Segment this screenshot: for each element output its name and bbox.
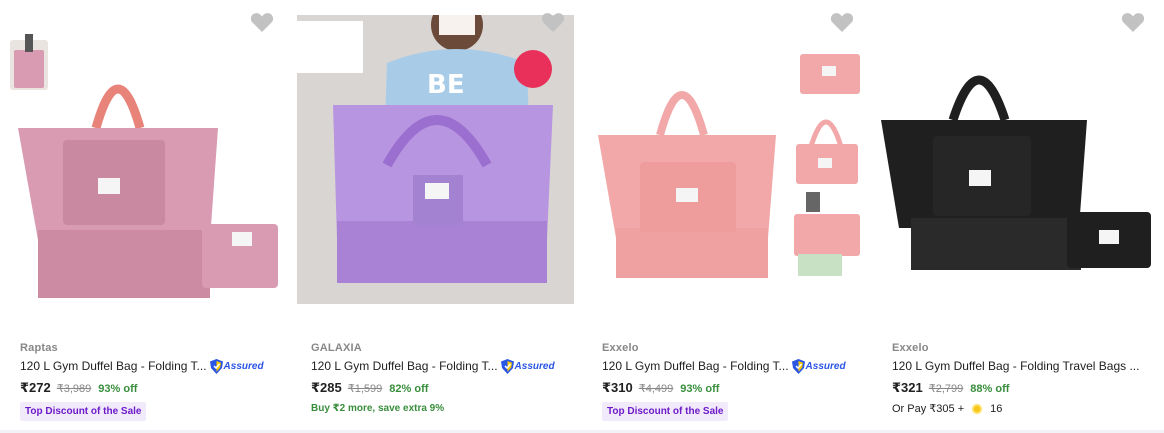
product-card[interactable]: Exxelo 120 L Gym Duffel Bag - Folding Tr… [873, 0, 1164, 433]
product-title-text: 120 L Gym Duffel Bag - Folding Travel Ba… [892, 359, 1140, 373]
selling-price: ₹272 [20, 380, 51, 395]
discount-percent: 93% off [680, 383, 720, 395]
original-price: ₹3,989 [56, 383, 92, 395]
selling-price: ₹310 [602, 380, 633, 395]
product-image[interactable]: BE [297, 15, 574, 304]
price-row: ₹310 ₹4,499 93% off [602, 380, 719, 396]
product-title[interactable]: 120 L Gym Duffel Bag - Folding T... Assu… [311, 358, 555, 374]
product-title-text: 120 L Gym Duffel Bag - Folding T... [311, 359, 498, 373]
product-image[interactable] [8, 10, 280, 315]
wishlist-heart-icon[interactable] [830, 11, 854, 33]
product-title[interactable]: 120 L Gym Duffel Bag - Folding Travel Ba… [892, 359, 1139, 373]
product-image[interactable] [881, 10, 1153, 315]
shield-icon [791, 358, 805, 374]
pink-duffel-bag-image [8, 10, 280, 315]
selling-price: ₹321 [892, 380, 923, 395]
assured-badge: Assured [500, 358, 555, 374]
product-image[interactable] [590, 10, 862, 315]
price-row: ₹272 ₹3,989 93% off [20, 380, 137, 396]
product-brand: Exxelo [892, 342, 929, 354]
assured-badge: Assured [791, 358, 846, 374]
purple-duffel-bag-photo: BE [297, 15, 574, 304]
product-brand: Raptas [20, 342, 58, 354]
original-price: ₹1,599 [347, 383, 383, 395]
price-row: ₹321 ₹2,799 88% off [892, 380, 1009, 396]
supercoin-offer: Or Pay ₹305 + 16 [892, 402, 1003, 416]
peach-duffel-bag-image [590, 10, 862, 315]
selling-price: ₹285 [311, 380, 342, 395]
wishlist-heart-icon[interactable] [250, 11, 274, 33]
product-title[interactable]: 120 L Gym Duffel Bag - Folding T... Assu… [602, 358, 846, 374]
product-title-text: 120 L Gym Duffel Bag - Folding T... [602, 359, 789, 373]
product-brand: GALAXIA [311, 342, 362, 354]
discount-percent: 82% off [389, 383, 429, 395]
product-card[interactable]: Raptas 120 L Gym Duffel Bag - Folding T.… [0, 0, 291, 433]
product-grid: Raptas 120 L Gym Duffel Bag - Folding T.… [0, 0, 1164, 433]
product-title[interactable]: 120 L Gym Duffel Bag - Folding T... Assu… [20, 358, 264, 374]
wishlist-heart-icon[interactable] [1121, 11, 1145, 33]
product-card[interactable]: Exxelo 120 L Gym Duffel Bag - Folding T.… [582, 0, 873, 433]
discount-percent: 88% off [970, 383, 1010, 395]
discount-percent: 93% off [98, 383, 138, 395]
assured-label: Assured [514, 360, 555, 372]
black-duffel-bag-image [881, 10, 1153, 315]
assured-badge: Assured [209, 358, 264, 374]
sale-badge: Top Discount of the Sale [20, 402, 147, 421]
shield-icon [209, 358, 223, 374]
product-card[interactable]: BE GALAXIA 120 L Gym Duffel Bag - Foldin… [291, 0, 582, 433]
price-row: ₹285 ₹1,599 82% off [311, 380, 428, 396]
shield-icon [500, 358, 514, 374]
original-price: ₹2,799 [928, 383, 964, 395]
wishlist-heart-icon[interactable] [541, 11, 565, 33]
original-price: ₹4,499 [638, 383, 674, 395]
product-title-text: 120 L Gym Duffel Bag - Folding T... [20, 359, 207, 373]
product-brand: Exxelo [602, 342, 639, 354]
coin-count: 16 [990, 402, 1003, 415]
assured-label: Assured [223, 360, 264, 372]
pay-prefix: Or Pay ₹305 + [892, 403, 965, 415]
sale-badge: Top Discount of the Sale [602, 402, 729, 421]
extra-offer-text: Buy ₹2 more, save extra 9% [311, 403, 445, 414]
supercoin-icon [972, 403, 983, 414]
shirt-print-text: BE [427, 70, 465, 100]
assured-label: Assured [805, 360, 846, 372]
